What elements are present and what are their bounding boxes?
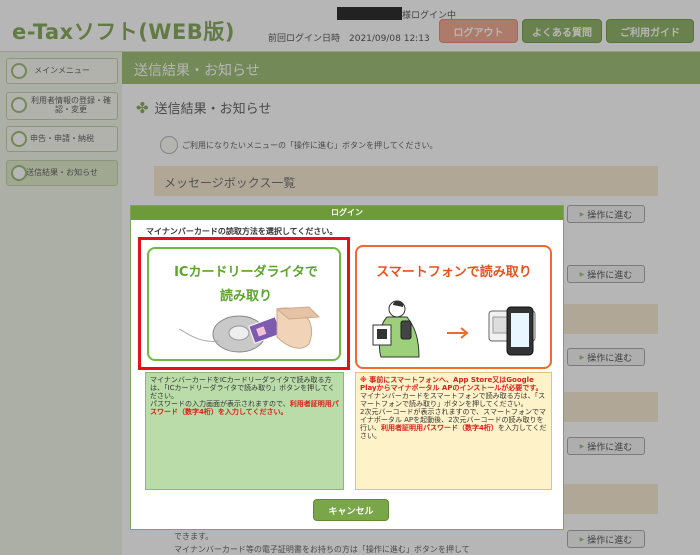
ic-desc-text: マイナンバーカードをICカードリーダライタで読み取る方は、「ICカードリーダライ… bbox=[150, 376, 335, 401]
cancel-button[interactable]: キャンセル bbox=[313, 499, 389, 521]
sp-desc-warning2: 利用者証明用パスワード（数字4桁） bbox=[381, 424, 498, 433]
ic-desc-text2: パスワードの入力画面が表示されますので、 bbox=[150, 400, 290, 409]
card-reader-illustration bbox=[178, 306, 321, 353]
dialog-prompt: マイナンバーカードの読取方法を選択してください。 bbox=[146, 227, 338, 236]
ic-option-highlight: ICカードリーダライタで 読み取り bbox=[138, 237, 350, 370]
sp-desc-warning: ※ 事前にスマートフォンへ、App Store又はGoogle Playからマイ… bbox=[360, 376, 543, 393]
ic-card-reader-button[interactable]: ICカードリーダライタで 読み取り bbox=[147, 247, 341, 361]
smartphone-button[interactable]: スマートフォンで読み取り bbox=[355, 245, 552, 369]
login-dialog: ログイン マイナンバーカードの読取方法を選択してください。 ICカードリーダライ… bbox=[130, 205, 564, 530]
ic-description: マイナンバーカードをICカードリーダライタで読み取る方は、「ICカードリーダライ… bbox=[145, 372, 344, 490]
smartphone-description: ※ 事前にスマートフォンへ、App Store又はGoogle Playからマイ… bbox=[355, 372, 552, 490]
sp-desc-text: マイナンバーカードをスマートフォンで読み取る方は、「スマートフォンで読み取り」ボ… bbox=[360, 392, 546, 409]
dialog-title: ログイン bbox=[131, 206, 563, 220]
smartphone-illustration bbox=[372, 300, 536, 358]
